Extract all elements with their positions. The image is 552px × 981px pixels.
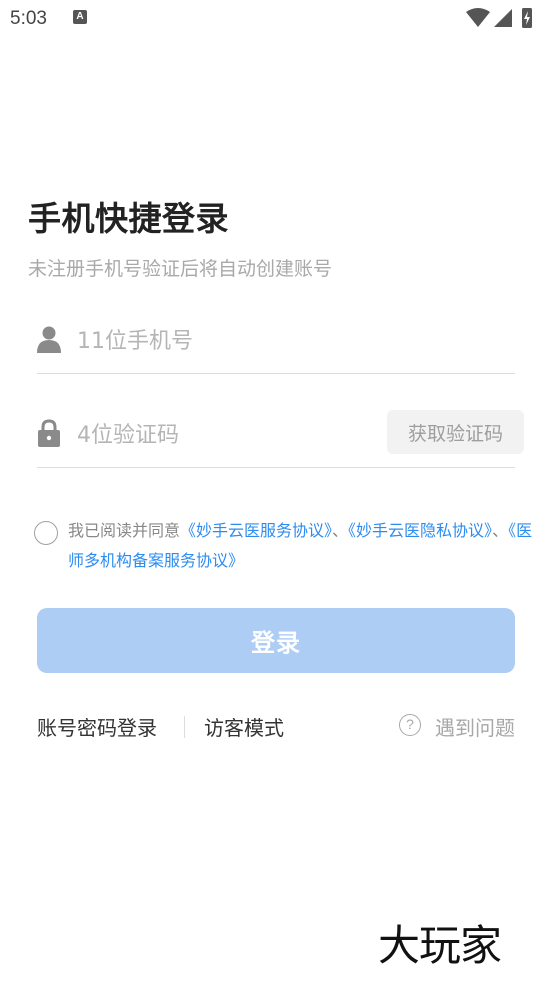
- signal-icon: [494, 9, 512, 27]
- page-subtitle: 未注册手机号验证后将自动创建账号: [28, 258, 333, 280]
- help-link[interactable]: 遇到问题: [435, 712, 515, 741]
- watermark-logo: 大玩家: [378, 921, 502, 970]
- visitor-mode-link[interactable]: 访客模式: [204, 712, 284, 741]
- code-input[interactable]: [77, 418, 377, 452]
- bottom-links: 账号密码登录 访客模式 ? 遇到问题: [37, 706, 515, 746]
- agreement-text: 我已阅读并同意《妙手云医服务协议》、《妙手云医隐私协议》、《医师多机构备案服务协…: [68, 516, 548, 576]
- wifi-icon: [466, 8, 490, 27]
- notification-icon: A: [73, 10, 87, 24]
- code-field: 获取验证码: [37, 408, 524, 468]
- agreement-radio[interactable]: [34, 521, 58, 545]
- agreement-prefix: 我已阅读并同意: [68, 521, 181, 540]
- get-code-button[interactable]: 获取验证码: [387, 410, 524, 454]
- user-icon: [37, 326, 61, 353]
- password-login-link[interactable]: 账号密码登录: [37, 712, 157, 741]
- status-icons: [466, 8, 532, 28]
- page-title: 手机快捷登录: [28, 199, 229, 238]
- help-icon: ?: [399, 714, 421, 736]
- phone-field: [37, 314, 515, 374]
- service-agreement-link[interactable]: 《妙手云医服务协议》: [180, 521, 332, 540]
- status-bar: 5:03 A: [0, 0, 552, 40]
- phone-input[interactable]: [77, 324, 377, 358]
- login-button[interactable]: 登录: [37, 608, 515, 673]
- lock-icon: [38, 419, 60, 447]
- status-time: 5:03: [10, 8, 47, 29]
- agreement-separator: 、: [492, 521, 509, 540]
- privacy-agreement-link[interactable]: 《妙手云医隐私协议》: [348, 521, 492, 540]
- divider: [184, 716, 185, 738]
- agreement-separator: 、: [332, 521, 349, 540]
